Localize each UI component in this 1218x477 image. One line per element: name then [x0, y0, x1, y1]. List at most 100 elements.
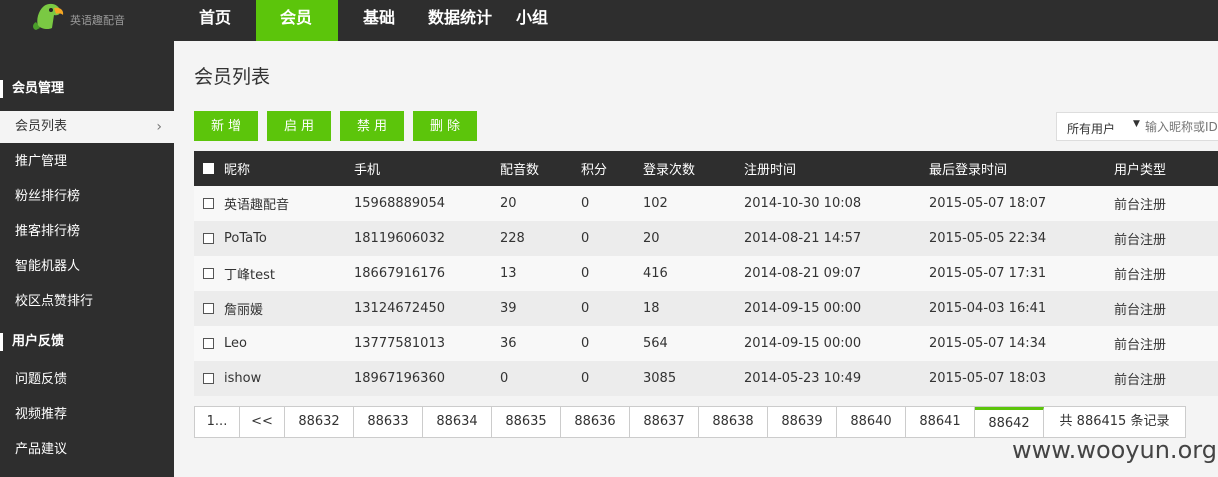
- row-checkbox[interactable]: [203, 198, 214, 209]
- page-link-current[interactable]: 88642: [975, 407, 1044, 437]
- nav-members[interactable]: 会员: [256, 0, 338, 41]
- column-header-phone[interactable]: 手机: [354, 163, 380, 178]
- row-checkbox[interactable]: [203, 373, 214, 384]
- cell-register-time: 2014-09-15 00:00: [744, 301, 862, 316]
- page-link[interactable]: 88641: [906, 407, 975, 437]
- add-button[interactable]: 新增: [194, 111, 258, 141]
- table-row[interactable]: 英语趣配音 15968889054 20 0 102 2014-10-30 10…: [194, 186, 1218, 221]
- cell-register-time: 2014-10-30 10:08: [744, 196, 862, 211]
- cell-nickname: 英语趣配音: [224, 198, 290, 213]
- cell-points: 0: [581, 371, 590, 386]
- nav-basic[interactable]: 基础: [338, 0, 404, 41]
- column-header-dub-count[interactable]: 配音数: [500, 163, 539, 178]
- nav-home[interactable]: 首页: [175, 0, 256, 41]
- cell-user-type: 前台注册: [1114, 233, 1167, 248]
- cell-points: 0: [581, 231, 590, 246]
- table-row[interactable]: 詹丽媛 13124672450 39 0 18 2014-09-15 00:00…: [194, 291, 1218, 326]
- cell-nickname: PoTaTo: [224, 231, 267, 246]
- row-checkbox[interactable]: [203, 233, 214, 244]
- caret-down-icon[interactable]: ▼: [1133, 119, 1140, 129]
- page-title: 会员列表: [194, 66, 271, 88]
- enable-button[interactable]: 启用: [267, 111, 331, 141]
- sidebar-item-campus-likes[interactable]: 校区点赞排行: [0, 286, 174, 318]
- page-link[interactable]: 88633: [354, 407, 423, 437]
- user-filter-bar: 所有用户 ▼: [1056, 112, 1218, 141]
- cell-nickname: Leo: [224, 336, 247, 351]
- user-type-select[interactable]: 所有用户: [1067, 120, 1115, 137]
- row-checkbox[interactable]: [203, 303, 214, 314]
- cell-dub-count: 228: [500, 231, 525, 246]
- table-row[interactable]: ishow 18967196360 0 0 3085 2014-05-23 10…: [194, 361, 1218, 396]
- sidebar-item-video-recommend[interactable]: 视频推荐: [0, 399, 174, 431]
- column-header-last-login[interactable]: 最后登录时间: [929, 163, 1007, 178]
- sidebar-item-robot[interactable]: 智能机器人: [0, 251, 174, 283]
- cell-dub-count: 13: [500, 266, 517, 281]
- sidebar-item-product-suggestion[interactable]: 产品建议: [0, 434, 174, 466]
- column-header-user-type[interactable]: 用户类型: [1114, 163, 1166, 178]
- cell-phone: 13777581013: [354, 336, 445, 351]
- cell-dub-count: 20: [500, 196, 517, 211]
- search-input[interactable]: [1145, 114, 1218, 139]
- column-header-register-time[interactable]: 注册时间: [744, 163, 796, 178]
- cell-phone: 13124672450: [354, 301, 445, 316]
- cell-last-login: 2015-05-07 17:31: [929, 266, 1047, 281]
- cell-user-type: 前台注册: [1114, 373, 1167, 388]
- page-link[interactable]: 88634: [423, 407, 492, 437]
- page-link[interactable]: 88632: [285, 407, 354, 437]
- table-header-row: 昵称 手机 配音数 积分 登录次数 注册时间 最后登录时间 用户类型: [194, 151, 1218, 186]
- cell-register-time: 2014-09-15 00:00: [744, 336, 862, 351]
- cell-user-type: 前台注册: [1114, 268, 1167, 283]
- cell-user-type: 前台注册: [1114, 198, 1167, 213]
- logo[interactable]: 英语趣配音: [30, 2, 180, 36]
- row-checkbox[interactable]: [203, 338, 214, 349]
- column-header-nickname[interactable]: 昵称: [224, 163, 250, 178]
- table-row[interactable]: 丁峰test 18667916176 13 0 416 2014-08-21 0…: [194, 256, 1218, 291]
- sidebar-item-promotion[interactable]: 推广管理: [0, 146, 174, 178]
- delete-button[interactable]: 删除: [413, 111, 477, 141]
- cell-dub-count: 0: [500, 371, 509, 386]
- row-checkbox[interactable]: [203, 268, 214, 279]
- page-prev[interactable]: <<: [240, 407, 285, 437]
- sidebar: 会员管理 会员列表 › 推广管理 粉丝排行榜 推客排行榜 智能机器人 校区点赞排…: [0, 41, 174, 477]
- cell-points: 0: [581, 266, 590, 281]
- member-table: 昵称 手机 配音数 积分 登录次数 注册时间 最后登录时间 用户类型 英语趣配音…: [194, 151, 1218, 396]
- cell-phone: 18119606032: [354, 231, 445, 246]
- page-link[interactable]: 88635: [492, 407, 561, 437]
- cell-login-count: 102: [643, 196, 668, 211]
- page-link[interactable]: 88638: [699, 407, 768, 437]
- cell-nickname: 詹丽媛: [224, 303, 264, 318]
- nav-groups[interactable]: 小组: [502, 0, 572, 41]
- cell-login-count: 416: [643, 266, 668, 281]
- cell-login-count: 18: [643, 301, 660, 316]
- cell-user-type: 前台注册: [1114, 338, 1167, 353]
- cell-phone: 15968889054: [354, 196, 445, 211]
- nav-statistics[interactable]: 数据统计: [404, 0, 502, 41]
- page-link[interactable]: 88637: [630, 407, 699, 437]
- column-header-points[interactable]: 积分: [581, 163, 607, 178]
- cell-register-time: 2014-08-21 09:07: [744, 266, 862, 281]
- sidebar-item-promoter-ranking[interactable]: 推客排行榜: [0, 216, 174, 248]
- page-link[interactable]: 88636: [561, 407, 630, 437]
- page-link[interactable]: 88640: [837, 407, 906, 437]
- chevron-right-icon: ›: [156, 119, 162, 135]
- select-all-checkbox[interactable]: [203, 163, 214, 174]
- cell-last-login: 2015-05-07 14:34: [929, 336, 1047, 351]
- cell-user-type: 前台注册: [1114, 303, 1167, 318]
- sidebar-item-issue-feedback[interactable]: 问题反馈: [0, 364, 174, 396]
- cell-dub-count: 36: [500, 336, 517, 351]
- page-link[interactable]: 88639: [768, 407, 837, 437]
- cell-points: 0: [581, 336, 590, 351]
- page-first[interactable]: 1...: [195, 407, 240, 437]
- cell-last-login: 2015-05-07 18:03: [929, 371, 1047, 386]
- cell-dub-count: 39: [500, 301, 517, 316]
- cell-login-count: 3085: [643, 371, 677, 386]
- sidebar-item-member-list[interactable]: 会员列表 ›: [0, 111, 174, 143]
- cell-login-count: 20: [643, 231, 660, 246]
- table-row[interactable]: PoTaTo 18119606032 228 0 20 2014-08-21 1…: [194, 221, 1218, 256]
- disable-button[interactable]: 禁用: [340, 111, 404, 141]
- sidebar-group-user-feedback: 用户反馈: [0, 324, 174, 360]
- total-records: 共 886415 条记录: [1059, 414, 1170, 429]
- table-row[interactable]: Leo 13777581013 36 0 564 2014-09-15 00:0…: [194, 326, 1218, 361]
- column-header-login-count[interactable]: 登录次数: [643, 163, 695, 178]
- sidebar-item-fan-ranking[interactable]: 粉丝排行榜: [0, 181, 174, 213]
